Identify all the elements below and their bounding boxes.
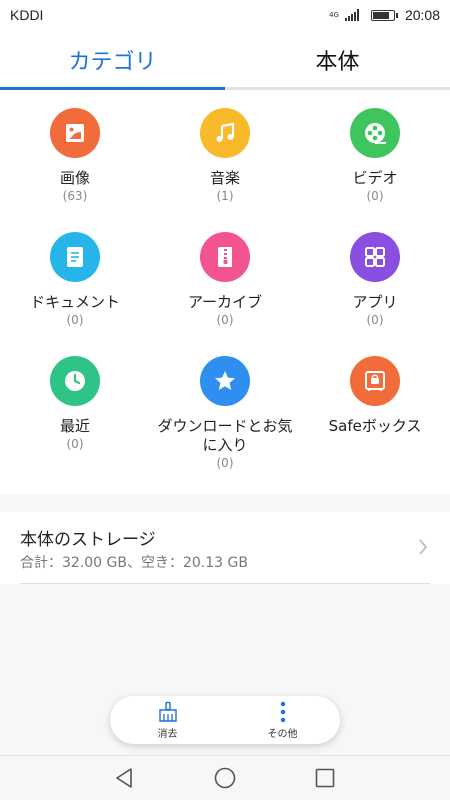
category-count: (0)	[66, 313, 84, 327]
recents-icon[interactable]	[313, 766, 337, 790]
category-count: (1)	[216, 189, 234, 203]
category-archives[interactable]: アーカイブ (0)	[150, 232, 300, 356]
home-icon[interactable]	[213, 766, 237, 790]
category-count: (0)	[66, 437, 84, 451]
category-safe-box[interactable]: Safeボックス	[300, 356, 450, 496]
category-music[interactable]: 音楽 (1)	[150, 108, 300, 232]
carrier-label: KDDI	[10, 7, 44, 23]
category-count: (0)	[216, 456, 234, 470]
category-grid: 画像 (63) 音楽 (1) ビデオ (0) ドキュメント (0) アーカイブ …	[0, 108, 450, 496]
signal-icon	[344, 9, 359, 21]
tab-category[interactable]: カテゴリ	[0, 30, 225, 90]
more-vertical-icon	[280, 701, 285, 722]
category-name: ダウンロードとお気に入り	[157, 417, 293, 454]
clock: 20:08	[404, 7, 440, 23]
category-downloads-favorites[interactable]: ダウンロードとお気に入り (0)	[150, 356, 300, 496]
network-type-label: 4G	[329, 10, 339, 19]
tab-category-label: カテゴリ	[68, 50, 157, 75]
storage-summary: 合計：32.00 GB、空き：20.13 GB	[20, 555, 248, 571]
clock-icon	[50, 356, 100, 406]
category-name: ビデオ	[352, 169, 398, 187]
image-icon	[50, 108, 100, 158]
category-name: ドキュメント	[29, 293, 120, 311]
category-count: (0)	[366, 189, 384, 203]
category-count: (63)	[62, 189, 88, 203]
category-panel: 画像 (63) 音楽 (1) ビデオ (0) ドキュメント (0) アーカイブ …	[0, 90, 450, 495]
category-images[interactable]: 画像 (63)	[0, 108, 150, 232]
category-apps[interactable]: アプリ (0)	[300, 232, 450, 356]
star-icon	[200, 356, 250, 406]
category-name: 画像	[59, 169, 90, 187]
category-name: 最近	[59, 417, 90, 435]
category-name: アーカイブ	[187, 293, 263, 311]
clean-button[interactable]: 消去	[110, 696, 225, 744]
archive-icon	[200, 232, 250, 282]
category-name: アプリ	[352, 293, 398, 311]
document-icon	[50, 232, 100, 282]
film-reel-icon	[350, 108, 400, 158]
category-count: (0)	[216, 313, 234, 327]
storage-title: 本体のストレージ	[20, 530, 156, 550]
network-type-icon: 4G	[329, 10, 339, 19]
category-documents[interactable]: ドキュメント (0)	[0, 232, 150, 356]
battery-icon	[370, 9, 398, 21]
tab-device-label: 本体	[315, 50, 360, 75]
internal-storage-row[interactable]: 本体のストレージ 合計：32.00 GB、空き：20.13 GB	[0, 512, 450, 584]
category-name: 音楽	[209, 169, 240, 187]
more-label: その他	[267, 728, 298, 740]
tab-device[interactable]: 本体	[225, 30, 450, 90]
back-icon[interactable]	[113, 766, 137, 790]
apps-grid-icon	[350, 232, 400, 282]
category-recent[interactable]: 最近 (0)	[0, 356, 150, 496]
more-button[interactable]: その他	[225, 696, 340, 744]
bottom-action-bar: 消去 その他	[110, 696, 340, 744]
system-nav-bar	[0, 755, 450, 800]
battery-level	[372, 11, 389, 19]
broom-icon	[158, 701, 177, 722]
status-icons: 4G 20:08	[329, 6, 440, 24]
music-icon	[200, 108, 250, 158]
chevron-right-icon	[419, 539, 428, 555]
status-bar: KDDI 4G 20:08	[0, 0, 450, 30]
safe-icon	[350, 356, 400, 406]
divider	[20, 583, 430, 584]
clean-label: 消去	[157, 728, 178, 740]
tab-bar: カテゴリ 本体	[0, 30, 450, 90]
category-count: (0)	[366, 313, 384, 327]
category-name: Safeボックス	[328, 417, 422, 435]
category-video[interactable]: ビデオ (0)	[300, 108, 450, 232]
